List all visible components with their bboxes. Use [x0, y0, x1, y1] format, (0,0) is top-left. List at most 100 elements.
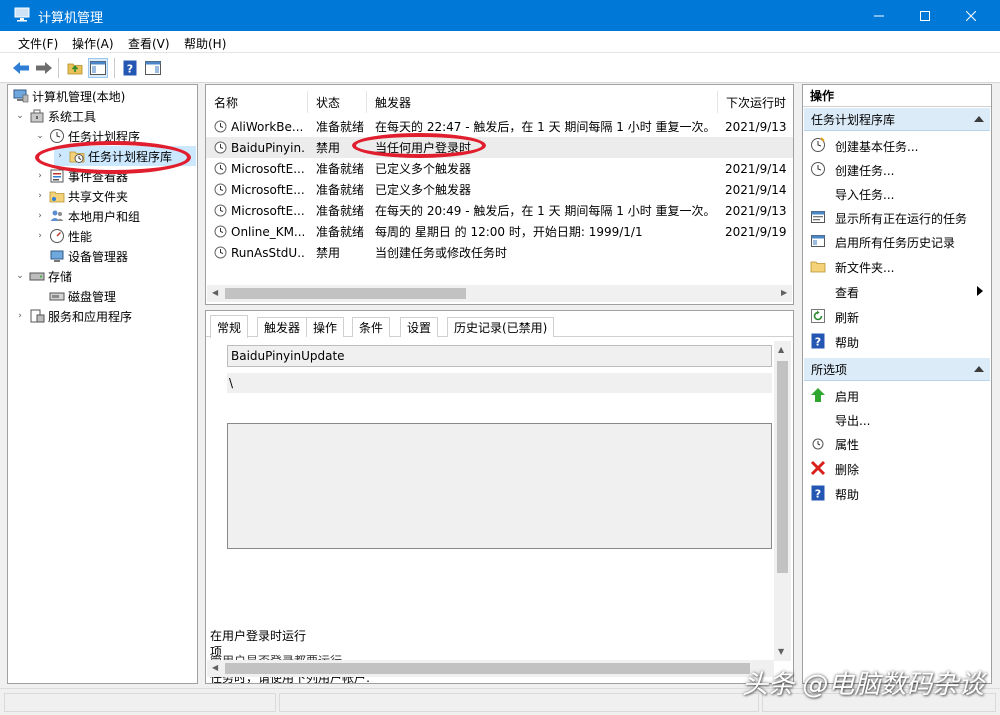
minimize-button[interactable]	[856, 0, 902, 31]
collapse-icon[interactable]	[974, 366, 984, 372]
show-hide-action-pane-icon[interactable]	[143, 58, 163, 78]
tree-node-services-apps[interactable]: › 服务和应用程序	[14, 306, 132, 326]
task-description-field[interactable]	[227, 423, 772, 549]
tree-node-disk-management[interactable]: 磁盘管理	[46, 286, 116, 306]
tree-node-event-viewer[interactable]: › 事件查看器	[34, 166, 128, 186]
chevron-right-icon[interactable]: ›	[54, 151, 66, 161]
refresh-action[interactable]: 刷新	[803, 304, 991, 328]
tab-settings[interactable]: 设置	[400, 317, 439, 337]
tree-node-root[interactable]: 计算机管理(本地)	[10, 86, 125, 106]
task-clock-icon	[214, 246, 227, 259]
tree-node-storage[interactable]: ⌄ 存储	[14, 266, 72, 286]
enable-all-task-history-action[interactable]: 启用所有任务历史记录	[803, 229, 991, 253]
export-action[interactable]: 导出...	[803, 407, 991, 431]
table-row[interactable]: MicrosoftE... 准备就绪 已定义多个触发器 2021/9/14	[206, 179, 793, 200]
task-status: 准备就绪	[316, 120, 365, 134]
task-clock-icon	[214, 141, 227, 154]
menu-help[interactable]: 帮助(H)	[184, 35, 226, 52]
task-trigger: 当创建任务或修改任务时	[375, 246, 508, 260]
maximize-button[interactable]	[902, 0, 948, 31]
properties-action[interactable]: 属性	[803, 431, 991, 455]
tree-node-local-users[interactable]: › 本地用户和组	[34, 206, 140, 226]
back-icon[interactable]	[11, 58, 31, 78]
chevron-right-icon[interactable]: ›	[34, 211, 46, 221]
show-hide-console-tree-icon[interactable]	[88, 58, 108, 78]
task-trigger: 已定义多个触发器	[375, 162, 472, 176]
menu-file[interactable]: 文件(F)	[18, 35, 58, 52]
tab-conditions[interactable]: 条件	[352, 317, 391, 337]
chevron-down-icon[interactable]: ⌄	[34, 131, 46, 141]
task-name: Online_KM...	[231, 224, 306, 239]
chevron-right-icon[interactable]: ›	[14, 311, 26, 321]
tree-node-shared-folders[interactable]: › 共享文件夹	[34, 186, 128, 206]
create-basic-task-action[interactable]: 创建基本任务...	[803, 133, 991, 157]
column-header-status[interactable]: 状态	[308, 91, 367, 113]
actions-section-selected-item[interactable]: 所选项	[804, 358, 990, 381]
chevron-right-icon[interactable]: ›	[34, 171, 46, 181]
up-folder-icon[interactable]	[65, 58, 85, 78]
help-action[interactable]: ? 帮助	[803, 329, 991, 353]
shared-folder-icon	[49, 188, 65, 204]
scroll-left-icon[interactable]: ◀	[212, 663, 218, 672]
display-running-tasks-action[interactable]: 显示所有正在运行的任务	[803, 205, 991, 229]
scroll-up-icon[interactable]: ▲	[778, 345, 784, 354]
scrollbar-thumb[interactable]	[777, 361, 788, 573]
column-header-trigger[interactable]: 触发器	[367, 91, 718, 113]
tree-node-performance[interactable]: › 性能	[34, 226, 92, 246]
tree-node-task-scheduler-library[interactable]: › 任务计划程序库	[54, 146, 196, 166]
menu-view[interactable]: 查看(V)	[128, 35, 170, 52]
menu-action[interactable]: 操作(A)	[72, 35, 114, 52]
tree-node-label: 任务计划程序	[68, 129, 141, 144]
chevron-down-icon[interactable]: ⌄	[14, 111, 26, 121]
status-cell	[4, 693, 276, 712]
task-name-field[interactable]: BaiduPinyinUpdate	[227, 345, 772, 367]
scrollbar-thumb[interactable]	[225, 663, 750, 674]
menu-bar: 文件(F) 操作(A) 查看(V) 帮助(H)	[0, 31, 1000, 53]
tree-node-label: 服务和应用程序	[48, 309, 133, 324]
actions-section-library[interactable]: 任务计划程序库	[804, 108, 990, 131]
table-row[interactable]: Online_KM... 准备就绪 每周的 星期日 的 12:00 时，开始日期…	[206, 221, 793, 242]
help-action-selected[interactable]: ? 帮助	[803, 481, 991, 505]
task-clock-icon	[214, 204, 227, 217]
forward-icon[interactable]	[34, 58, 54, 78]
chevron-right-icon[interactable]: ›	[34, 191, 46, 201]
tree-node-system-tools[interactable]: ⌄ 系统工具	[14, 106, 96, 126]
detail-vertical-scrollbar[interactable]: ▲ ▼	[774, 341, 791, 661]
computer-management-icon	[13, 88, 29, 104]
create-task-action[interactable]: 创建任务...	[803, 157, 991, 181]
scroll-left-icon[interactable]: ◀	[212, 288, 218, 297]
tree-node-device-manager[interactable]: 设备管理器	[46, 246, 128, 266]
enable-action[interactable]: 启用	[803, 383, 991, 407]
tab-triggers[interactable]: 触发器	[257, 317, 308, 337]
tab-general[interactable]: 常规	[210, 315, 249, 338]
task-name: MicrosoftE...	[231, 182, 305, 197]
column-header-next-run[interactable]: 下次运行时	[718, 91, 793, 113]
performance-icon	[49, 228, 65, 244]
scroll-down-icon[interactable]: ▼	[778, 647, 784, 656]
create-task-icon	[810, 161, 826, 177]
refresh-icon	[810, 308, 826, 324]
tab-history[interactable]: 历史记录(已禁用)	[447, 317, 555, 337]
table-row[interactable]: AliWorkBe... 准备就绪 在每天的 22:47 - 触发后，在 1 天…	[206, 116, 793, 137]
chevron-right-icon[interactable]: ›	[34, 231, 46, 241]
tree-node-task-scheduler[interactable]: ⌄ 任务计划程序	[34, 126, 140, 146]
table-row[interactable]: MicrosoftE... 准备就绪 已定义多个触发器 2021/9/14	[206, 158, 793, 179]
table-row[interactable]: BaiduPinyin... 禁用 当任何用户登录时	[206, 137, 793, 158]
table-row[interactable]: MicrosoftE... 准备就绪 在每天的 20:49 - 触发后，在 1 …	[206, 200, 793, 221]
column-header-name[interactable]: 名称	[206, 91, 308, 113]
help-icon[interactable]: ?	[120, 58, 140, 78]
new-folder-action[interactable]: 新文件夹...	[803, 254, 991, 278]
scroll-right-icon[interactable]: ▶	[781, 288, 787, 297]
chevron-down-icon[interactable]: ⌄	[14, 271, 26, 281]
tab-actions[interactable]: 操作	[306, 317, 345, 337]
view-action[interactable]: 查看	[803, 279, 991, 303]
delete-icon	[810, 460, 826, 476]
detail-horizontal-scrollbar[interactable]: ◀	[207, 660, 774, 677]
list-horizontal-scrollbar[interactable]: ◀ ▶	[207, 285, 792, 302]
delete-action[interactable]: 删除	[803, 456, 991, 480]
import-task-action[interactable]: 导入任务...	[803, 181, 991, 205]
close-button[interactable]	[948, 0, 994, 31]
collapse-icon[interactable]	[974, 116, 984, 122]
scrollbar-thumb[interactable]	[225, 288, 466, 299]
table-row[interactable]: RunAsStdU... 禁用 当创建任务或修改任务时	[206, 242, 793, 263]
